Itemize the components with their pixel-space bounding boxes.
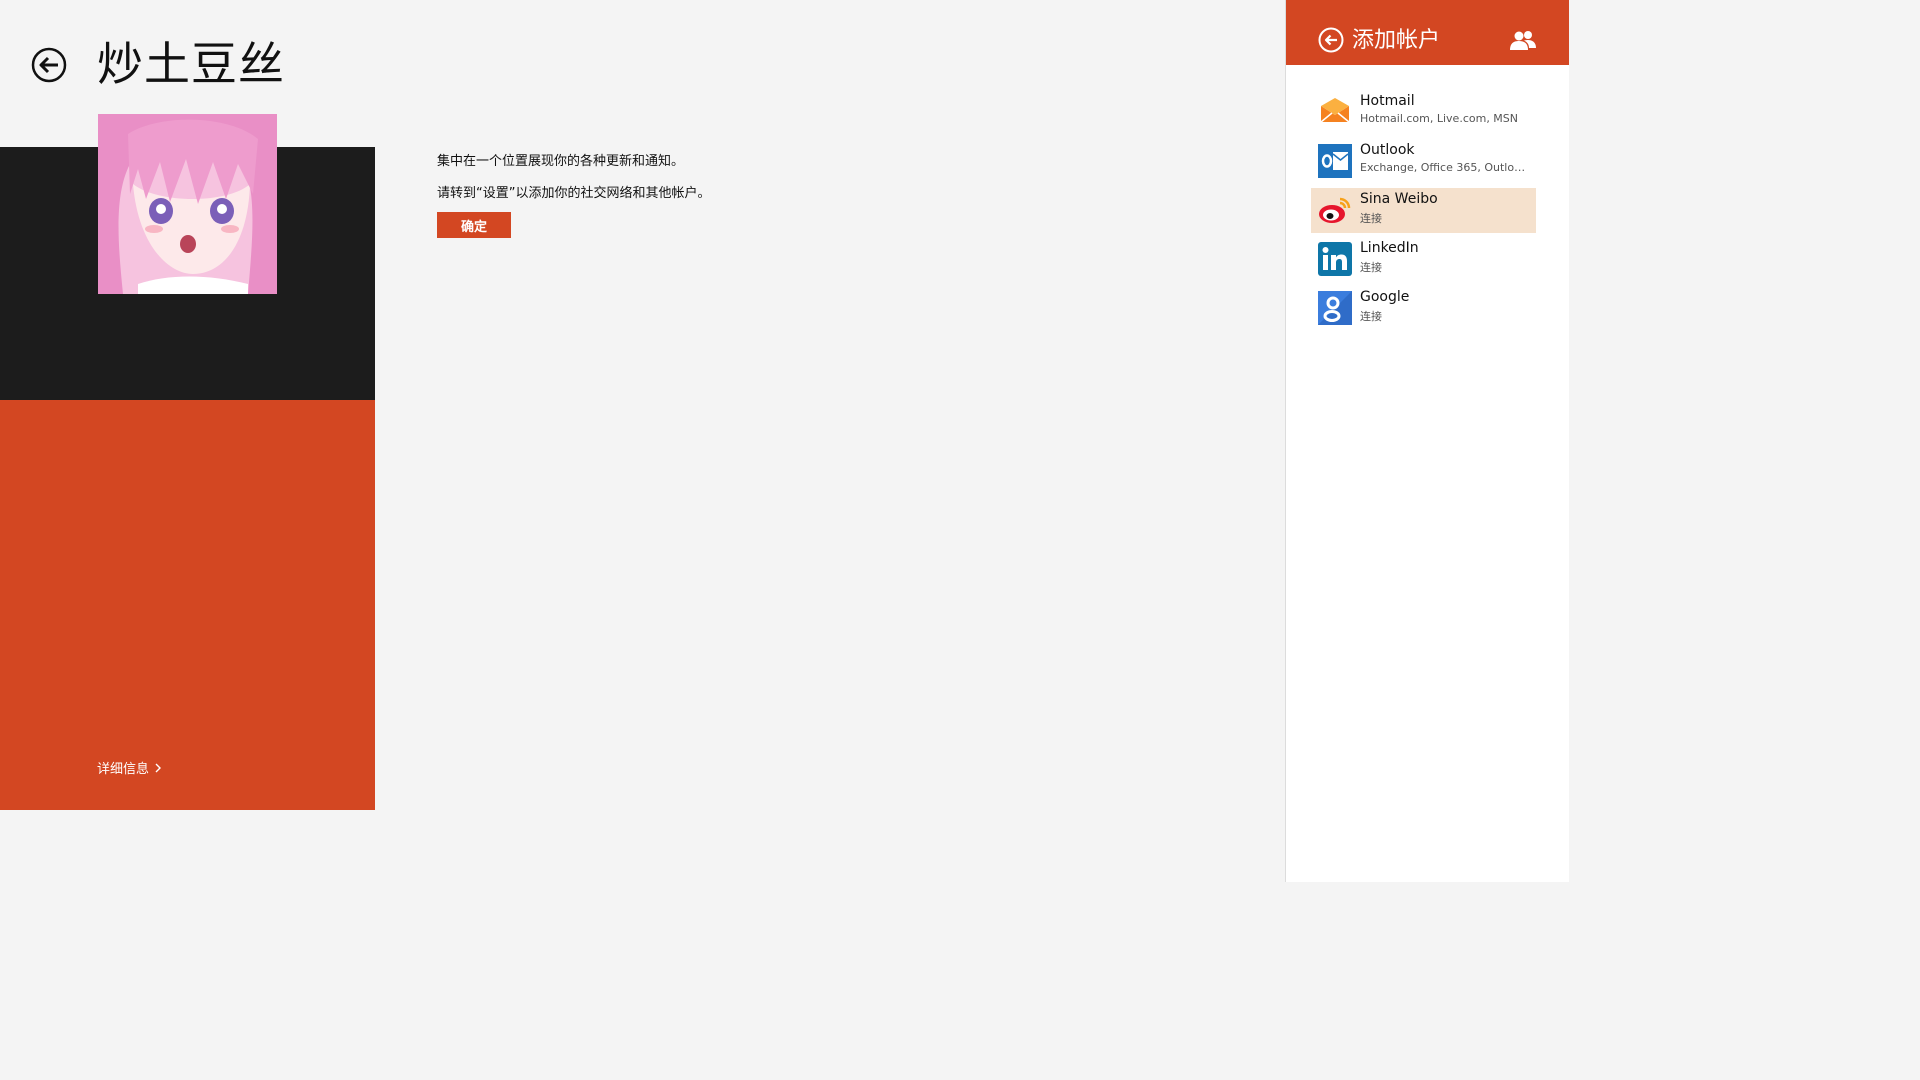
pane-header: 添加帐户 bbox=[1286, 0, 1569, 65]
add-account-pane: 添加帐户 Hotmail Hotmail.com, Live.com, MSN bbox=[1285, 0, 1569, 882]
linkedin-icon bbox=[1318, 242, 1352, 276]
ok-button[interactable]: 确定 bbox=[437, 212, 511, 238]
profile-orange-panel bbox=[0, 400, 375, 810]
weibo-icon bbox=[1319, 197, 1351, 223]
account-sina-weibo[interactable]: Sina Weibo 连接 bbox=[1311, 188, 1536, 233]
account-subtitle: Exchange, Office 365, Outlook.c... bbox=[1360, 161, 1530, 174]
hotmail-icon bbox=[1320, 98, 1350, 123]
account-name: LinkedIn bbox=[1360, 240, 1419, 256]
page-title: 炒土豆丝 bbox=[97, 37, 285, 91]
account-outlook[interactable]: Outlook Exchange, Office 365, Outlook.c.… bbox=[1311, 139, 1536, 184]
account-name: Sina Weibo bbox=[1360, 191, 1438, 207]
account-subtitle: 连接 bbox=[1360, 261, 1382, 274]
pane-back-icon[interactable] bbox=[1318, 27, 1344, 53]
pane-title: 添加帐户 bbox=[1352, 28, 1441, 53]
account-google[interactable]: Google 连接 bbox=[1311, 286, 1536, 331]
people-app: 炒土豆丝 详细信息 集中在一个位置展现你的各种更新和通知。 请转到“设置”以添加… bbox=[0, 0, 1569, 882]
info-message-line-1: 集中在一个位置展现你的各种更新和通知。 bbox=[437, 154, 685, 169]
avatar bbox=[98, 114, 277, 294]
account-hotmail[interactable]: Hotmail Hotmail.com, Live.com, MSN bbox=[1311, 90, 1536, 135]
account-name: Outlook bbox=[1360, 142, 1415, 158]
details-link[interactable]: 详细信息 bbox=[97, 758, 162, 777]
details-label: 详细信息 bbox=[97, 762, 150, 777]
account-linkedin[interactable]: LinkedIn 连接 bbox=[1311, 237, 1536, 282]
people-icon bbox=[1510, 31, 1536, 50]
back-arrow-icon[interactable] bbox=[31, 47, 67, 83]
account-subtitle: Hotmail.com, Live.com, MSN bbox=[1360, 112, 1519, 125]
google-icon bbox=[1318, 291, 1352, 325]
account-list: Hotmail Hotmail.com, Live.com, MSN Outlo… bbox=[1311, 90, 1536, 335]
account-subtitle: 连接 bbox=[1360, 212, 1382, 225]
account-name: Hotmail bbox=[1360, 93, 1415, 109]
outlook-icon bbox=[1318, 144, 1352, 178]
account-name: Google bbox=[1360, 289, 1410, 305]
chevron-right-icon bbox=[155, 763, 162, 772]
account-subtitle: 连接 bbox=[1360, 310, 1382, 323]
avatar-image bbox=[98, 114, 277, 294]
info-message-line-2: 请转到“设置”以添加你的社交网络和其他帐户。 bbox=[437, 186, 711, 201]
